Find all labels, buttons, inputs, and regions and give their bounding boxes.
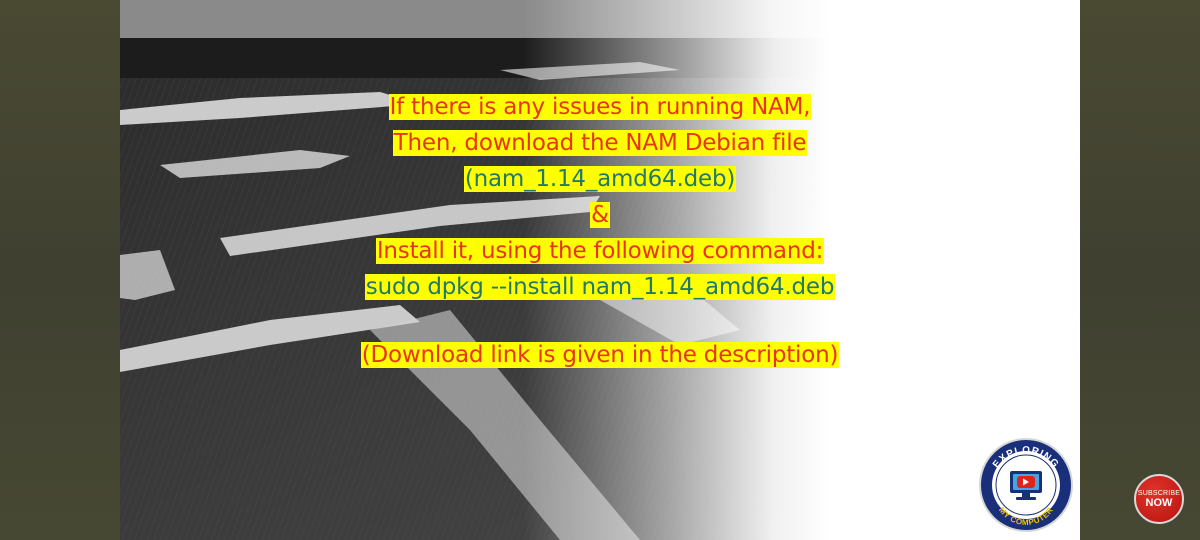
subscribe-line-1: SUBSCRIBE xyxy=(1137,489,1181,497)
slide-line-2-text: Then, download the NAM Debian file xyxy=(392,130,808,156)
subscribe-line-2: NOW xyxy=(1145,496,1173,509)
slide-line-1-text: If there is any issues in running NAM, xyxy=(388,94,812,120)
slide-line-3-text: (nam_1.14_amd64.deb) xyxy=(463,166,737,192)
slide-line-7-text: (Download link is given in the descripti… xyxy=(360,342,840,368)
slide-line-5-text: Install it, using the following command: xyxy=(375,238,825,264)
video-frame[interactable]: If there is any issues in running NAM, T… xyxy=(120,0,1080,540)
slide-line-1: If there is any issues in running NAM, xyxy=(120,90,1080,124)
slide-line-6-text: sudo dpkg --install nam_1.14_amd64.deb xyxy=(364,274,836,300)
slide-line-3: (nam_1.14_amd64.deb) xyxy=(120,162,1080,196)
subscribe-now-button[interactable]: SUBSCRIBE NOW xyxy=(1134,474,1184,524)
slide-line-4-text: & xyxy=(590,202,610,228)
exploring-my-computer-logo[interactable]: EXPLORING MY COMPUTER xyxy=(978,437,1074,533)
slide-line-5: Install it, using the following command: xyxy=(120,234,1080,268)
slide-line-7: (Download link is given in the descripti… xyxy=(120,338,1080,372)
slide-line-6: sudo dpkg --install nam_1.14_amd64.deb xyxy=(120,270,1080,304)
slide-line-4: & xyxy=(120,198,1080,232)
slide-text-block: If there is any issues in running NAM, T… xyxy=(120,90,1080,374)
letterbox-right xyxy=(1080,0,1200,540)
letterbox-left xyxy=(0,0,120,540)
slide-gap xyxy=(120,306,1080,338)
slide-line-2: Then, download the NAM Debian file xyxy=(120,126,1080,160)
